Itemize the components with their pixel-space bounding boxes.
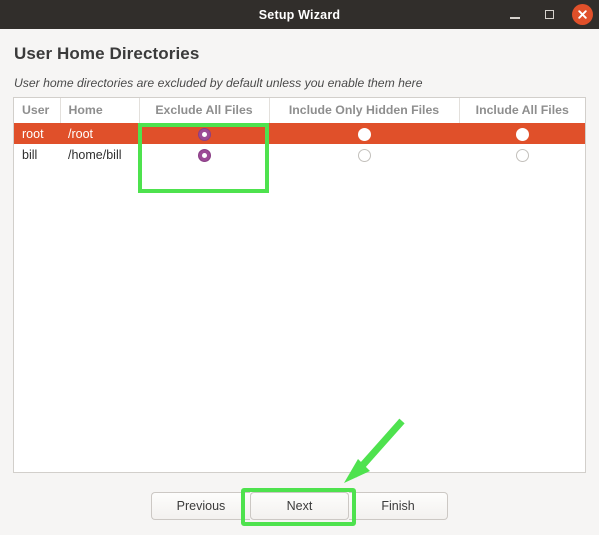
cell-include-all-files[interactable]: [459, 123, 585, 144]
maximize-icon: [544, 10, 554, 19]
cell-user: root: [22, 126, 44, 141]
cell-home: /home/bill: [60, 144, 139, 165]
column-header-home[interactable]: Home: [60, 98, 140, 123]
column-header-user[interactable]: User: [14, 98, 61, 123]
setup-wizard-window: Setup Wizard User Home Directories User …: [0, 0, 599, 535]
table-body: root /root bill /home/bill: [14, 123, 585, 165]
wizard-content: User Home Directories User home director…: [0, 29, 599, 477]
minimize-icon: [510, 17, 520, 19]
previous-button[interactable]: Previous: [151, 492, 250, 520]
page-subtitle: User home directories are excluded by de…: [14, 76, 423, 90]
cell-user: bill: [14, 144, 60, 165]
home-directories-panel: User Home Exclude All Files Include Only…: [13, 97, 586, 473]
close-icon: [578, 10, 587, 19]
table-row[interactable]: root /root: [14, 123, 585, 144]
page-title: User Home Directories: [14, 44, 200, 63]
radio-exclude-all-files[interactable]: [197, 127, 211, 141]
window-title: Setup Wizard: [258, 7, 341, 22]
column-header-exclude-all-files[interactable]: Exclude All Files: [139, 98, 270, 123]
cell-exclude-all-files[interactable]: [139, 144, 269, 165]
radio-include-only-hidden-files[interactable]: [357, 127, 371, 141]
maximize-button[interactable]: [538, 4, 560, 26]
table-header: User Home Exclude All Files Include Only…: [14, 98, 585, 123]
column-header-include-all-files[interactable]: Include All Files: [459, 98, 585, 123]
radio-include-all-files[interactable]: [515, 127, 529, 141]
cell-include-all-files[interactable]: [459, 144, 585, 165]
cell-include-only-hidden-files[interactable]: [269, 144, 459, 165]
window-titlebar: Setup Wizard: [0, 0, 599, 29]
cell-home: /root: [68, 126, 94, 141]
finish-button[interactable]: Finish: [349, 492, 448, 520]
minimize-button[interactable]: [504, 4, 526, 26]
radio-exclude-all-files[interactable]: [197, 148, 211, 162]
cell-include-only-hidden-files[interactable]: [269, 123, 459, 144]
wizard-button-group: Previous Next Finish: [151, 492, 448, 520]
table-header-row: User Home Exclude All Files Include Only…: [14, 98, 585, 123]
radio-include-only-hidden-files[interactable]: [357, 148, 371, 162]
window-controls: [504, 0, 593, 29]
radio-include-all-files[interactable]: [515, 148, 529, 162]
close-button[interactable]: [572, 4, 593, 25]
column-header-include-only-hidden-files[interactable]: Include Only Hidden Files: [269, 98, 460, 123]
next-button[interactable]: Next: [250, 492, 349, 520]
cell-exclude-all-files[interactable]: [139, 123, 269, 144]
home-directories-table: User Home Exclude All Files Include Only…: [14, 98, 585, 165]
table-row[interactable]: bill /home/bill: [14, 144, 585, 165]
wizard-footer: Previous Next Finish: [0, 477, 599, 535]
